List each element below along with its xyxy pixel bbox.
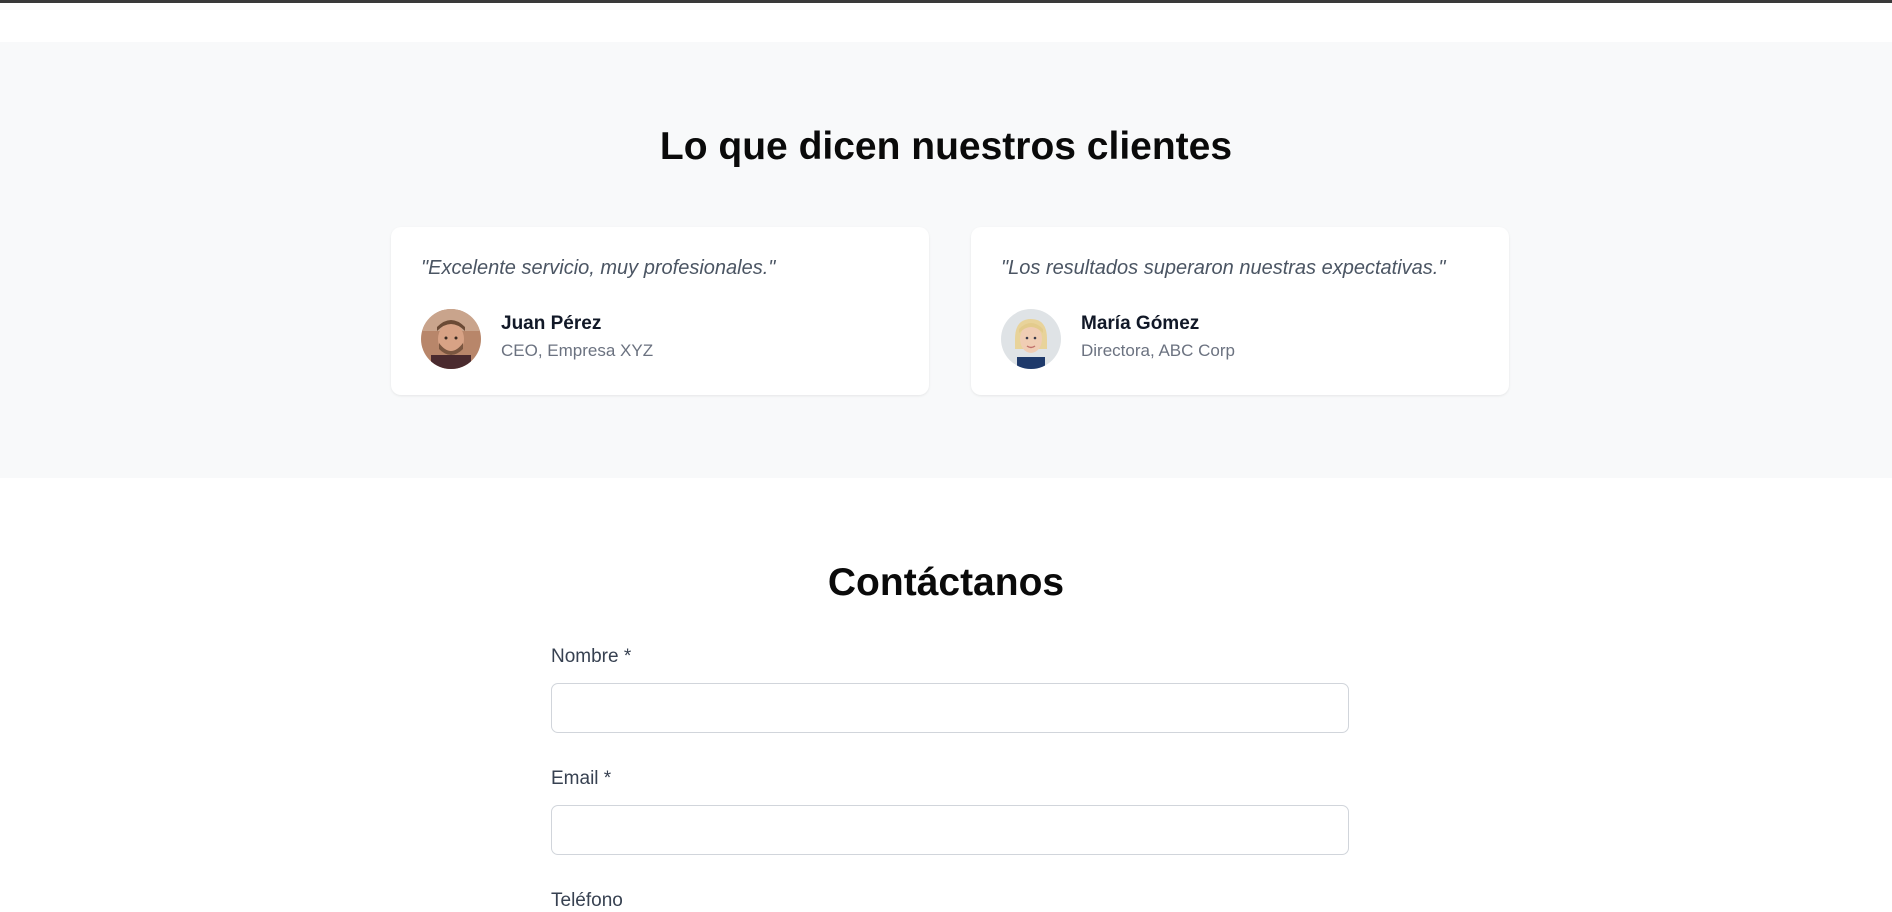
- testimonial-quote: "Los resultados superaron nuestras expec…: [1001, 257, 1446, 279]
- email-input[interactable]: [551, 805, 1349, 855]
- contact-section: Contáctanos Nombre * Email * Teléfono: [0, 478, 1892, 911]
- testimonial-card: "Los resultados superaron nuestras expec…: [971, 227, 1509, 395]
- name-label: Nombre *: [551, 646, 632, 667]
- author-role: CEO, Empresa XYZ: [501, 341, 654, 360]
- testimonials-title: Lo que dicen nuestros clientes: [659, 125, 1233, 168]
- author-name: Juan Pérez: [501, 313, 602, 334]
- testimonial-quote: "Excelente servicio, muy profesionales.": [421, 257, 776, 279]
- avatar: [1001, 309, 1061, 369]
- name-input[interactable]: [551, 683, 1349, 733]
- avatar: [421, 309, 481, 369]
- testimonials-section: Lo que dicen nuestros clientes "Excelent…: [0, 42, 1892, 478]
- author-name: María Gómez: [1081, 313, 1200, 334]
- contact-title: Contáctanos: [827, 561, 1065, 604]
- phone-label: Teléfono: [551, 890, 623, 911]
- author-role: Directora, ABC Corp: [1081, 341, 1235, 360]
- email-label: Email *: [551, 768, 612, 789]
- top-strip: [0, 3, 1892, 42]
- testimonial-card: "Excelente servicio, muy profesionales."…: [391, 227, 929, 395]
